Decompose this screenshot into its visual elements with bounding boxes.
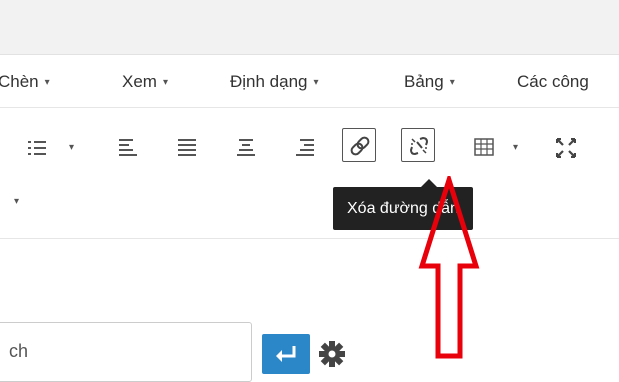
- menu-format-label: Định dạng: [230, 72, 308, 91]
- fullscreen-icon[interactable]: [556, 138, 576, 158]
- red-arrow-annotation: [418, 176, 480, 359]
- align-center-icon[interactable]: [237, 138, 255, 156]
- numbered-list-icon[interactable]: [28, 140, 46, 158]
- menu-view-label: Xem: [122, 72, 157, 91]
- chevron-down-icon: ▾: [449, 77, 455, 88]
- submit-button[interactable]: [262, 334, 310, 374]
- align-right-icon[interactable]: [296, 138, 314, 156]
- unlink-icon: [409, 136, 429, 156]
- menu-table[interactable]: Bảng ▾: [404, 72, 455, 92]
- menu-view[interactable]: Xem ▾: [122, 72, 168, 92]
- editor-top-area: [0, 0, 619, 55]
- chevron-down-icon: ▾: [162, 77, 168, 88]
- chevron-down-icon[interactable]: ▾: [69, 142, 74, 153]
- menu-insert-label: Chèn: [0, 72, 39, 91]
- search-input[interactable]: ch: [0, 322, 252, 382]
- search-input-value: ch: [9, 341, 29, 361]
- remove-link-button[interactable]: [401, 128, 435, 162]
- menu-insert[interactable]: Chèn ▾: [0, 72, 50, 92]
- menu-format[interactable]: Định dạng ▾: [230, 72, 319, 92]
- link-icon: [350, 136, 370, 156]
- align-left-icon[interactable]: [119, 138, 137, 156]
- chevron-down-icon: ▾: [44, 77, 50, 88]
- align-justify-icon[interactable]: [178, 138, 196, 156]
- enter-icon: [276, 346, 296, 362]
- gear-icon[interactable]: [318, 340, 346, 368]
- toolbar: [0, 108, 619, 239]
- menu-table-label: Bảng: [404, 72, 444, 91]
- chevron-down-icon[interactable]: ▾: [513, 142, 518, 153]
- chevron-down-icon: ▾: [313, 77, 319, 88]
- menubar: Chèn ▾ Xem ▾ Định dạng ▾ Bảng ▾ Các công: [0, 55, 619, 108]
- chevron-down-icon[interactable]: ▾: [14, 196, 19, 207]
- menu-tools-label: Các công: [517, 72, 589, 91]
- insert-link-button[interactable]: [342, 128, 376, 162]
- table-icon[interactable]: [474, 138, 494, 156]
- menu-tools[interactable]: Các công: [517, 72, 589, 92]
